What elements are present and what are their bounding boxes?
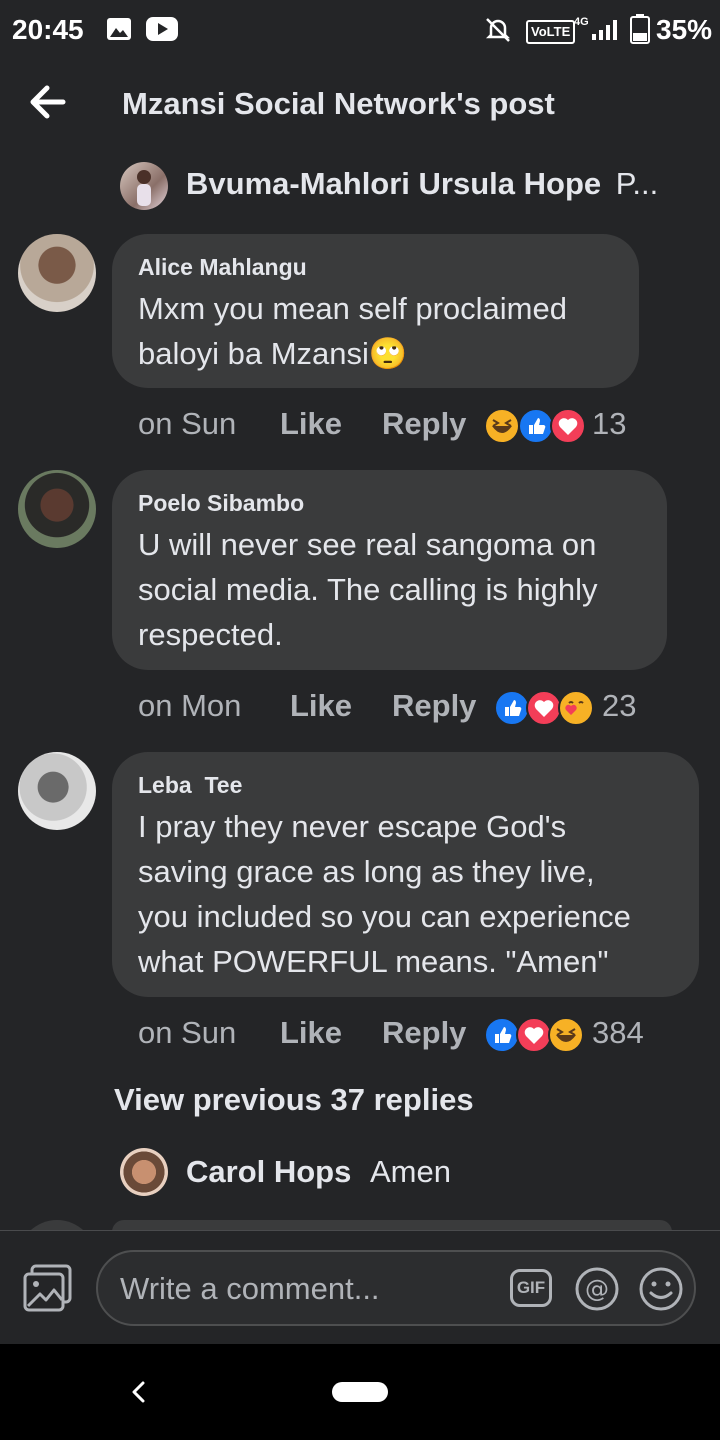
comment-bubble: Alice Mahlangu Mxm you mean self proclai… (112, 234, 639, 388)
love-icon (550, 408, 586, 444)
reply-link[interactable]: Reply (382, 1015, 466, 1051)
comment-text-line: what POWERFUL means. "Amen" (138, 944, 609, 979)
reactions[interactable] (484, 408, 586, 444)
comment-time: on Sun (138, 406, 237, 441)
comment-author[interactable]: Poelo Sibambo (138, 490, 304, 517)
comment-text-line: U will never see real sangoma on (138, 527, 597, 562)
love-icon (526, 690, 562, 726)
reactions[interactable] (484, 1017, 584, 1053)
emoji-icon[interactable] (638, 1266, 684, 1312)
page-title: Mzansi Social Network's post (122, 86, 555, 121)
gif-button[interactable]: GIF (510, 1269, 552, 1307)
comment-author[interactable]: Leba Tee (138, 772, 242, 799)
comment-text-line: baloyi ba Mzansi🙄 (138, 336, 408, 371)
like-link[interactable]: Like (290, 688, 352, 724)
like-icon (494, 690, 530, 726)
signal-icon (592, 20, 617, 40)
comment-text-line: you included so you can experience (138, 899, 631, 934)
system-navigation-bar (0, 1344, 720, 1440)
comment-author[interactable]: Alice Mahlangu (138, 254, 307, 281)
like-icon (484, 1017, 520, 1053)
comment-text-line: Mxm you mean self proclaimed (138, 291, 567, 326)
reply-to-text: P... (615, 166, 659, 201)
like-link[interactable]: Like (280, 406, 342, 442)
status-bar: 20:45 VoLTE 4G 35% (0, 0, 720, 60)
svg-text:@: @ (585, 1275, 609, 1303)
mute-icon (485, 18, 511, 42)
like-link[interactable]: Like (280, 1015, 342, 1051)
reply-link[interactable]: Reply (382, 406, 466, 442)
avatar[interactable] (18, 752, 96, 830)
comment-text-line: respected. (138, 617, 283, 652)
youtube-notification-icon (146, 17, 178, 41)
volte-badge: VoLTE (526, 20, 576, 44)
comment-text-line: social media. The calling is highly (138, 572, 598, 607)
network-gen-label: 4G (574, 16, 589, 28)
comment-input[interactable]: GIF @ (96, 1250, 696, 1326)
reaction-count[interactable]: 23 (602, 688, 636, 724)
love-icon (516, 1017, 552, 1053)
comment-text-field[interactable] (118, 1268, 482, 1310)
comment-bubble: Poelo Sibambo U will never see real sang… (112, 470, 667, 670)
reply-link[interactable]: Reply (392, 688, 476, 724)
avatar[interactable] (18, 234, 96, 312)
battery-percent: 35% (656, 14, 713, 45)
reply-to-name[interactable]: Bvuma-Mahlori Ursula Hope (186, 166, 601, 201)
like-icon (518, 408, 554, 444)
comment-time: on Sun (138, 1015, 237, 1050)
reactions[interactable] (494, 690, 594, 726)
comment-time: on Mon (138, 688, 242, 723)
nav-back-icon[interactable] (128, 1380, 150, 1404)
mention-icon[interactable]: @ (574, 1266, 620, 1312)
avatar[interactable] (120, 162, 168, 210)
haha-icon (484, 408, 520, 444)
reply-to-line: Bvuma-Mahlori Ursula Hope P... (186, 166, 658, 202)
home-pill[interactable] (332, 1382, 388, 1402)
reaction-count[interactable]: 384 (592, 1015, 644, 1051)
view-previous-replies-link[interactable]: View previous 37 replies (114, 1082, 474, 1118)
haha-icon (548, 1017, 584, 1053)
back-arrow-icon[interactable] (28, 82, 68, 122)
avatar[interactable] (18, 470, 96, 548)
gallery-notification-icon (107, 18, 131, 40)
avatar[interactable] (120, 1148, 168, 1196)
reply-preview[interactable]: Carol Hops Amen (186, 1154, 451, 1190)
reaction-count[interactable]: 13 (592, 406, 626, 442)
reply-preview-text: Amen (369, 1154, 451, 1189)
reply-preview-name[interactable]: Carol Hops (186, 1154, 351, 1189)
battery-icon (630, 14, 650, 44)
status-time: 20:45 (12, 14, 84, 45)
photo-icon[interactable] (22, 1262, 74, 1314)
care-icon (558, 690, 594, 726)
comment-bubble: Leba Tee I pray they never escape God's … (112, 752, 699, 997)
comment-text-line: I pray they never escape God's (138, 809, 567, 844)
comment-text-line: saving grace as long as they live, (138, 854, 595, 889)
